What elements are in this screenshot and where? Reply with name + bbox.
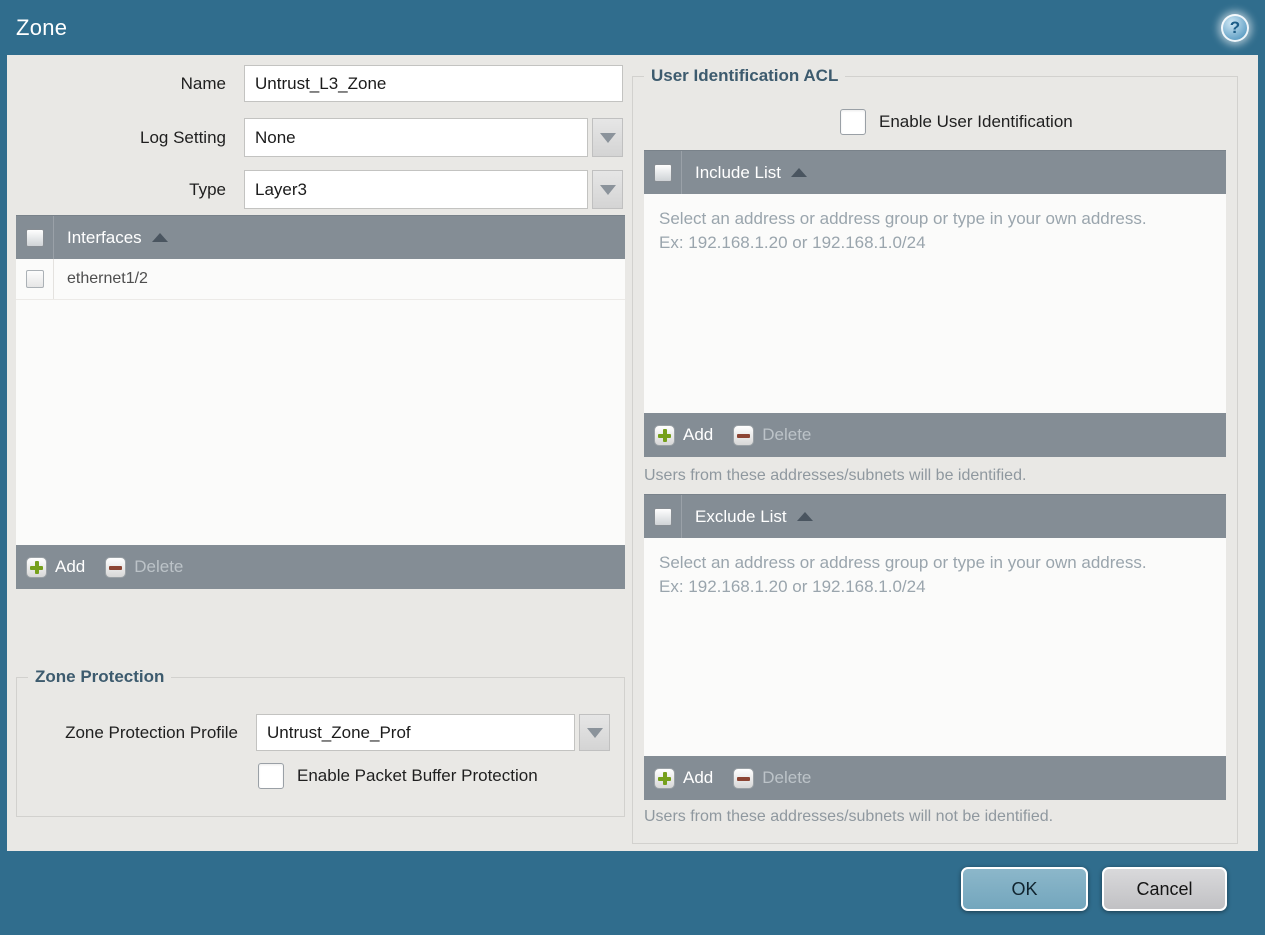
exclude-list-table: Exclude List Select an address or addres… (644, 494, 1226, 800)
row-checkbox[interactable] (25, 270, 44, 288)
interfaces-column-header[interactable]: Interfaces (54, 216, 168, 259)
zone-protection-profile-value[interactable]: Untrust_Zone_Prof (256, 714, 575, 751)
chevron-down-icon (599, 132, 616, 143)
delete-button-label: Delete (762, 425, 812, 444)
include-list-placeholder: Select an address or address group or ty… (659, 209, 1147, 253)
chevron-down-icon (586, 727, 603, 738)
minus-icon (733, 767, 755, 789)
ok-button[interactable]: OK (961, 867, 1088, 911)
plus-icon (654, 767, 675, 789)
include-list-footer: Add Delete (644, 413, 1226, 457)
type-value[interactable]: Layer3 (244, 170, 588, 209)
include-list-header: Include List (644, 150, 1226, 194)
row-checkbox-cell (16, 259, 54, 299)
include-delete-button[interactable]: Delete (733, 424, 812, 446)
zone-protection-legend: Zone Protection (28, 667, 172, 687)
exclude-list-body[interactable]: Select an address or address group or ty… (644, 538, 1226, 756)
enable-user-identification-checkbox[interactable] (840, 109, 866, 135)
interfaces-table-body: ethernet1/2 (16, 259, 625, 545)
exclude-select-all-checkbox[interactable] (653, 507, 672, 526)
interfaces-table-header: Interfaces (16, 215, 625, 259)
exclude-helper-text: Users from these addresses/subnets will … (644, 808, 1054, 825)
include-list-column-header[interactable]: Include List (682, 151, 807, 194)
help-icon[interactable]: ? (1221, 13, 1249, 42)
include-list-body[interactable]: Select an address or address group or ty… (644, 194, 1226, 413)
type-label: Type (189, 180, 226, 199)
interfaces-table-footer: Add Delete (16, 545, 625, 589)
table-row[interactable]: ethernet1/2 (16, 259, 625, 300)
chevron-down-icon (599, 184, 616, 195)
type-dropdown: Layer3 (244, 170, 623, 209)
zone-dialog: Zone ? Name Log Setting None Type Layer3 (0, 0, 1265, 935)
interfaces-column-label: Interfaces (67, 227, 142, 247)
sort-ascending-icon (796, 512, 813, 521)
interfaces-table: Interfaces ethernet1/2 Add Delete (16, 215, 625, 589)
interfaces-header-checkbox-cell (16, 216, 54, 259)
include-select-all-checkbox[interactable] (653, 163, 672, 182)
type-dropdown-button[interactable] (592, 170, 623, 209)
exclude-header-checkbox-cell (644, 495, 682, 538)
log-setting-value[interactable]: None (244, 118, 588, 157)
name-label: Name (180, 74, 226, 93)
packet-buffer-row: Enable Packet Buffer Protection (258, 763, 538, 789)
log-setting-label: Log Setting (139, 128, 226, 147)
exclude-list-column-header[interactable]: Exclude List (682, 495, 813, 538)
exclude-delete-button[interactable]: Delete (733, 767, 812, 789)
enable-user-identification-row: Enable User Identification (840, 109, 1073, 135)
exclude-list-footer: Add Delete (644, 756, 1226, 800)
exclude-list-header: Exclude List (644, 494, 1226, 538)
add-button-label: Add (55, 557, 86, 576)
packet-buffer-checkbox[interactable] (258, 763, 284, 789)
zone-protection-section: Zone Protection Zone Protection Profile … (16, 667, 625, 817)
packet-buffer-label: Enable Packet Buffer Protection (297, 766, 538, 785)
sort-ascending-icon (151, 233, 168, 242)
minus-icon (105, 556, 127, 578)
zone-protection-profile-label: Zone Protection Profile (65, 723, 238, 742)
minus-icon (733, 424, 755, 446)
exclude-list-placeholder: Select an address or address group or ty… (659, 553, 1147, 597)
delete-button-label: Delete (134, 557, 184, 576)
name-input[interactable] (244, 65, 623, 102)
dialog-footer: OK Cancel (0, 851, 1265, 935)
include-helper-text: Users from these addresses/subnets will … (644, 467, 1027, 484)
sort-ascending-icon (791, 168, 807, 177)
dialog-title: Zone (16, 14, 68, 40)
user-identification-acl-legend: User Identification ACL (644, 66, 846, 86)
interfaces-delete-button[interactable]: Delete (105, 556, 184, 578)
include-header-checkbox-cell (644, 151, 682, 194)
delete-button-label: Delete (762, 768, 812, 787)
zone-protection-profile-dropdown-button[interactable] (579, 714, 610, 751)
log-setting-dropdown: None (244, 118, 623, 157)
user-identification-acl-section: User Identification ACL Enable User Iden… (632, 66, 1238, 844)
zone-protection-profile-dropdown: Untrust_Zone_Prof (256, 714, 610, 751)
cancel-button[interactable]: Cancel (1102, 867, 1227, 911)
plus-icon (654, 424, 675, 446)
add-button-label: Add (683, 425, 714, 444)
exclude-list-label: Exclude List (695, 506, 787, 526)
log-setting-dropdown-button[interactable] (592, 118, 623, 157)
add-button-label: Add (683, 768, 714, 787)
include-add-button[interactable]: Add (654, 424, 714, 446)
interfaces-add-button[interactable]: Add (26, 556, 86, 578)
enable-user-identification-label: Enable User Identification (879, 112, 1073, 131)
exclude-add-button[interactable]: Add (654, 767, 714, 789)
include-list-table: Include List Select an address or addres… (644, 150, 1226, 457)
interfaces-select-all-checkbox[interactable] (25, 228, 44, 247)
include-list-label: Include List (695, 162, 781, 182)
interface-name: ethernet1/2 (67, 270, 148, 287)
dialog-titlebar: Zone ? (0, 0, 1265, 55)
plus-icon (26, 556, 47, 578)
dialog-body: Name Log Setting None Type Layer3 (7, 55, 1258, 851)
